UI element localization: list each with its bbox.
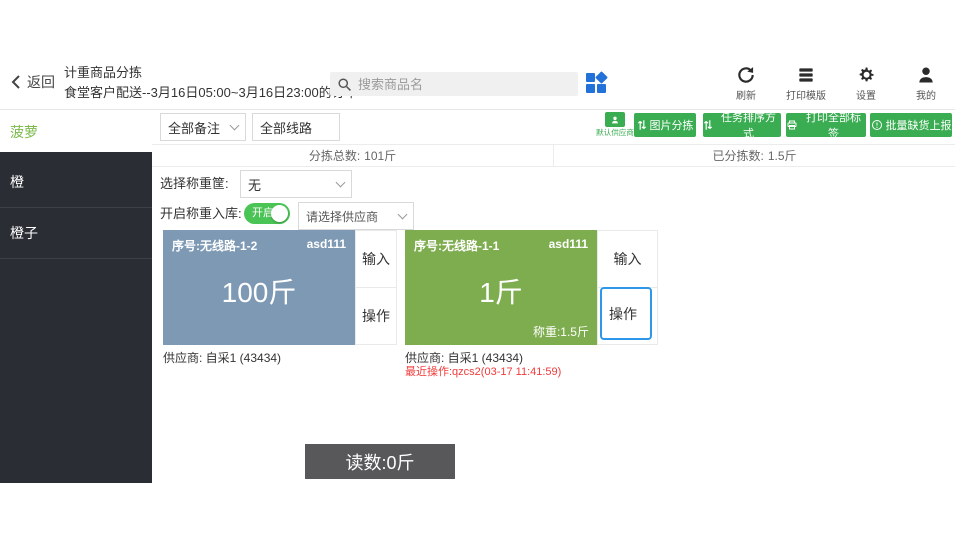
settings-button[interactable]: 设置 [843,65,889,102]
chevron-down-icon [335,177,346,188]
alert-circle-icon [871,119,883,131]
print-template-label: 打印模版 [786,91,826,102]
task-card-2[interactable]: 序号:无线路-1-1 asd111 1斤 称重:1.5斤 [405,230,597,345]
sidebar: 橙 橙子 [0,152,152,483]
card-tag: asd111 [306,237,346,251]
title-block: 计重商品分拣 食堂客户配送--3月16日05:00~3月16日23:00的订单 [64,63,358,103]
supplier-placeholder: 请选择供应商 [306,209,379,224]
card-serial: 序号:无线路-1-1 [414,239,500,253]
person-icon [916,65,936,85]
stats-bar: 分拣总数: 101斤 已分拣数: 1.5斤 [152,144,955,167]
default-supplier-label: 默认供应商 [596,128,634,137]
settings-label: 设置 [856,91,876,102]
gear-icon [856,65,876,85]
print-template-button[interactable]: 打印模版 [783,65,829,102]
chevron-down-icon [397,209,408,220]
profile-button[interactable]: 我的 [903,65,949,102]
card-quantity: 100斤 [221,276,297,308]
back-button[interactable]: 返回 [10,72,55,92]
card-weight: 称重:1.5斤 [532,325,589,339]
profile-label: 我的 [916,91,936,102]
default-supplier-button[interactable]: 默认供应商 [594,112,636,138]
supplier-badge-icon [605,112,625,127]
operate-button[interactable]: 操作 [356,287,396,344]
input-button[interactable]: 输入 [356,231,396,287]
toggle-knob [271,205,288,222]
sorted-stat: 已分拣数: 1.5斤 [553,145,955,166]
total-sorting-stat: 分拣总数: 101斤 [152,145,553,166]
basket-value: 无 [248,177,262,193]
remark-filter-value: 全部备注 [168,120,221,136]
page-title: 计重商品分拣 [64,65,143,80]
card-serial: 序号:无线路-1-2 [172,239,258,253]
card-1-actions: 输入 操作 [355,230,397,345]
batch-stockout-button[interactable]: 批量缺货上报 [870,113,952,137]
search-icon [337,77,352,92]
sorted-value: 1.5斤 [767,149,797,163]
batch-stockout-label: 批量缺货上报 [885,120,952,132]
basket-label: 选择称重筐: [160,176,229,191]
refresh-button[interactable]: 刷新 [723,65,769,102]
image-sorting-button[interactable]: 图片分拣 [634,113,696,137]
refresh-icon [736,65,756,85]
image-sorting-label: 图片分拣 [649,120,694,132]
header: 返回 计重商品分拣 食堂客户配送--3月16日05:00~3月16日23:00的… [0,57,955,110]
input-button[interactable]: 输入 [598,231,657,287]
printer-icon [786,119,798,131]
sorted-label: 已分拣数: [712,149,764,163]
line-filter-select[interactable]: 全部线路 [252,113,340,141]
basket-select[interactable]: 无 [240,170,352,198]
sidebar-item-orange2[interactable]: 橙子 [0,208,152,259]
search-box[interactable] [330,72,578,96]
sidebar-item-pineapple-selected[interactable]: 菠萝 [0,111,152,152]
sort-arrows-icon [703,119,713,131]
chevron-down-icon [229,120,240,131]
total-sorting-value: 101斤 [364,149,397,163]
scale-reading-toast: 读数:0斤 [305,444,455,479]
operate-button-focused[interactable]: 操作 [600,287,652,340]
search-input[interactable] [358,76,558,92]
task-card-1[interactable]: 序号:无线路-1-2 asd111 100斤 [163,230,355,345]
print-all-labels-label: 打印全部标签 [806,112,861,140]
sidebar-item-orange[interactable]: 橙 [0,157,152,208]
task-order-button[interactable]: 任务排序方式 [703,112,781,140]
card-quantity: 1斤 [479,276,523,308]
sort-arrows-icon [637,119,647,131]
weigh-toggle-label: 开启称重入库: [160,206,242,221]
back-chevron-icon [10,75,22,89]
task-order-label: 任务排序方式 [721,112,776,140]
back-label: 返回 [27,74,55,90]
line-filter-value: 全部线路 [260,120,313,136]
card-2-last-operation: 最近操作:qzcs2(03-17 11:41:59) [405,366,562,378]
print-template-icon [796,65,816,85]
remark-filter-select[interactable]: 全部备注 [160,113,246,141]
supplier-select[interactable]: 请选择供应商 [298,202,414,230]
weigh-toggle[interactable]: 开启 [244,203,290,224]
refresh-label: 刷新 [736,91,756,102]
total-sorting-label: 分拣总数: [308,149,361,163]
card-tag: asd111 [548,237,588,251]
page-subtitle: 食堂客户配送--3月16日05:00~3月16日23:00的订单 [64,85,358,100]
apps-grid-icon[interactable] [585,71,608,94]
card-1-supplier: 供应商: 自采1 (43434) [163,351,282,365]
print-all-labels-button[interactable]: 打印全部标签 [786,112,866,140]
